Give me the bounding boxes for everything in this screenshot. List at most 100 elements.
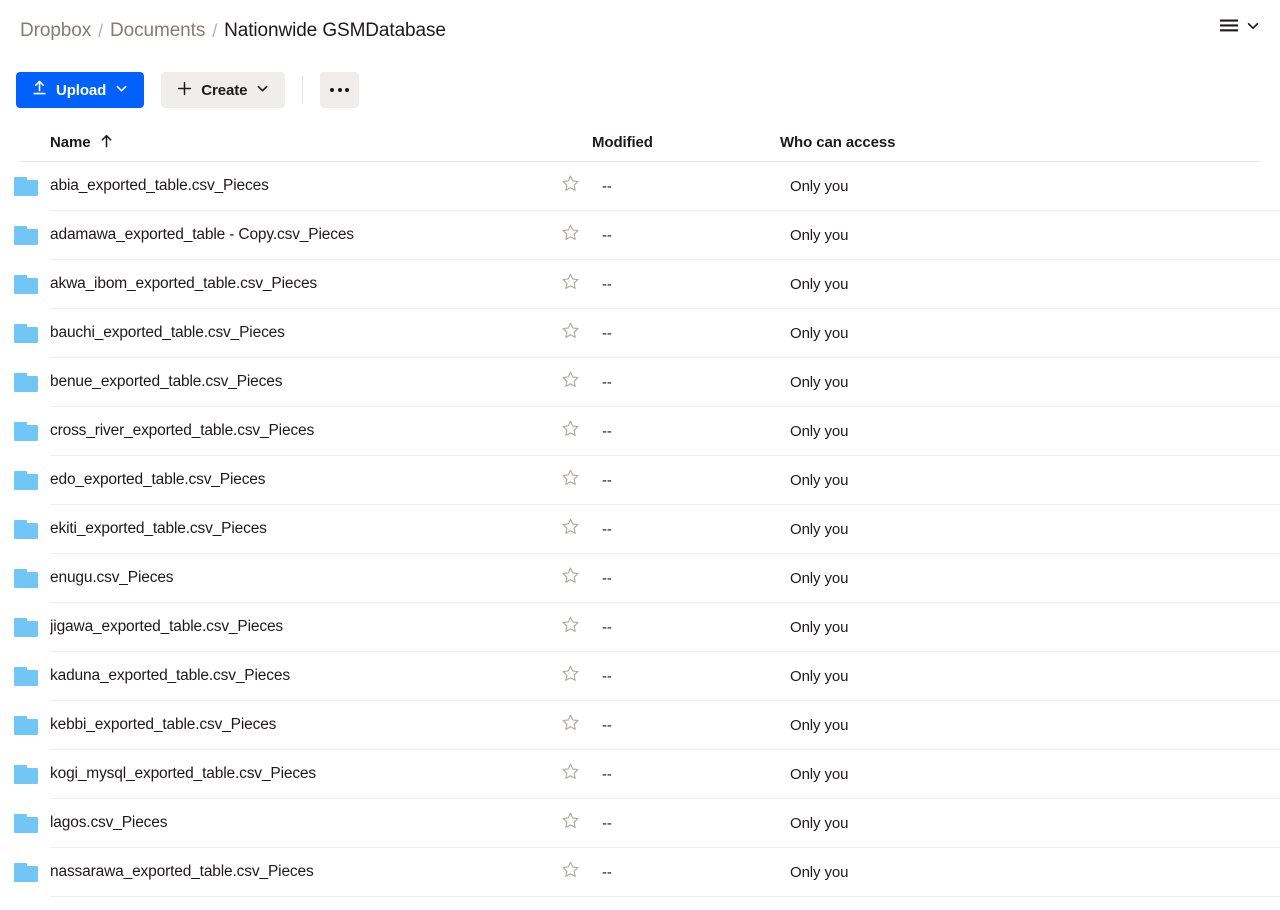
access-value: Only you <box>790 765 849 783</box>
access-value: Only you <box>790 471 849 489</box>
file-name[interactable]: ekiti_exported_table.csv_Pieces <box>50 520 540 538</box>
table-row[interactable]: kogi_mysql_exported_table.csv_Pieces -- … <box>14 750 1280 799</box>
column-header-name[interactable]: Name <box>50 134 530 152</box>
file-name[interactable]: kogi_mysql_exported_table.csv_Pieces <box>50 765 540 783</box>
folder-icon <box>14 666 38 686</box>
modified-value: -- <box>602 716 612 734</box>
star-icon[interactable] <box>561 811 580 835</box>
table-row[interactable]: kaduna_exported_table.csv_Pieces -- Only… <box>14 652 1280 701</box>
star-icon[interactable] <box>561 860 580 884</box>
plus-icon <box>177 81 192 100</box>
access-value: Only you <box>790 716 849 734</box>
more-actions-button[interactable] <box>320 72 360 108</box>
star-icon[interactable] <box>561 664 580 688</box>
file-name[interactable]: kebbi_exported_table.csv_Pieces <box>50 716 540 734</box>
star-icon[interactable] <box>561 615 580 639</box>
star-icon[interactable] <box>561 370 580 394</box>
row-icon-cell <box>0 617 50 637</box>
table-row[interactable]: edo_exported_table.csv_Pieces -- Only yo… <box>14 456 1280 505</box>
file-name[interactable]: benue_exported_table.csv_Pieces <box>50 373 540 391</box>
folder-icon <box>14 519 38 539</box>
folder-icon <box>14 421 38 441</box>
access-value: Only you <box>790 324 849 342</box>
breadcrumb-item-dropbox[interactable]: Dropbox <box>20 20 91 42</box>
file-name[interactable]: abia_exported_table.csv_Pieces <box>50 177 540 195</box>
modified-value: -- <box>602 324 612 342</box>
table-row[interactable]: cross_river_exported_table.csv_Pieces --… <box>14 407 1280 456</box>
star-icon[interactable] <box>561 223 580 247</box>
star-icon[interactable] <box>561 517 580 541</box>
modified-value: -- <box>602 618 612 636</box>
table-row[interactable]: jigawa_exported_table.csv_Pieces -- Only… <box>14 603 1280 652</box>
star-cell <box>540 517 600 541</box>
table-row[interactable]: benue_exported_table.csv_Pieces -- Only … <box>14 358 1280 407</box>
modified-value: -- <box>602 471 612 489</box>
file-name[interactable]: adamawa_exported_table - Copy.csv_Pieces <box>50 226 540 244</box>
star-icon[interactable] <box>561 419 580 443</box>
file-name[interactable]: edo_exported_table.csv_Pieces <box>50 471 540 489</box>
access-value: Only you <box>790 618 849 636</box>
row-icon-cell <box>0 764 50 784</box>
modified-value: -- <box>602 814 612 832</box>
access-value: Only you <box>790 373 849 391</box>
row-icon-cell <box>0 813 50 833</box>
create-button-label: Create <box>201 81 248 99</box>
star-icon[interactable] <box>561 713 580 737</box>
file-name[interactable]: enugu.csv_Pieces <box>50 569 540 587</box>
table-row[interactable]: enugu.csv_Pieces -- Only you <box>14 554 1280 603</box>
table-row[interactable]: kebbi_exported_table.csv_Pieces -- Only … <box>14 701 1280 750</box>
file-name[interactable]: cross_river_exported_table.csv_Pieces <box>50 422 540 440</box>
table-row[interactable]: adamawa_exported_table - Copy.csv_Pieces… <box>14 211 1280 260</box>
star-cell <box>540 272 600 296</box>
file-name[interactable]: akwa_ibom_exported_table.csv_Pieces <box>50 275 540 293</box>
row-icon-cell <box>0 274 50 294</box>
breadcrumb-item-documents[interactable]: Documents <box>110 20 205 42</box>
table-row[interactable]: ekiti_exported_table.csv_Pieces -- Only … <box>14 505 1280 554</box>
row-icon-cell <box>0 372 50 392</box>
star-icon[interactable] <box>561 566 580 590</box>
file-name[interactable]: jigawa_exported_table.csv_Pieces <box>50 618 540 636</box>
star-cell <box>540 762 600 786</box>
file-name[interactable]: nassarawa_exported_table.csv_Pieces <box>50 863 540 881</box>
breadcrumb-separator: / <box>212 20 218 41</box>
file-name[interactable]: bauchi_exported_table.csv_Pieces <box>50 324 540 342</box>
row-icon-cell <box>0 323 50 343</box>
file-table: Name Modified Who can access abia_export… <box>0 124 1280 897</box>
action-toolbar: Upload Create <box>0 62 1280 118</box>
create-button[interactable]: Create <box>161 72 286 108</box>
list-view-icon[interactable] <box>1219 18 1239 39</box>
star-icon[interactable] <box>561 272 580 296</box>
upload-button[interactable]: Upload <box>16 72 145 108</box>
star-cell <box>540 860 600 884</box>
table-row[interactable]: akwa_ibom_exported_table.csv_Pieces -- O… <box>14 260 1280 309</box>
folder-icon <box>14 323 38 343</box>
star-icon[interactable] <box>561 174 580 198</box>
star-icon[interactable] <box>561 321 580 345</box>
file-name[interactable]: kaduna_exported_table.csv_Pieces <box>50 667 540 685</box>
column-header-access[interactable]: Who can access <box>780 134 1260 151</box>
row-icon-cell <box>0 470 50 490</box>
folder-icon <box>14 764 38 784</box>
modified-value: -- <box>602 177 612 195</box>
access-value: Only you <box>790 226 849 244</box>
table-row[interactable]: lagos.csv_Pieces -- Only you <box>14 799 1280 848</box>
chevron-down-icon[interactable] <box>1246 19 1260 38</box>
table-row[interactable]: abia_exported_table.csv_Pieces -- Only y… <box>14 162 1280 211</box>
column-header-access-label: Who can access <box>780 134 896 151</box>
table-row[interactable]: bauchi_exported_table.csv_Pieces -- Only… <box>14 309 1280 358</box>
folder-icon <box>14 176 38 196</box>
column-header-modified[interactable]: Modified <box>590 134 780 151</box>
table-row[interactable]: nassarawa_exported_table.csv_Pieces -- O… <box>14 848 1280 897</box>
star-cell <box>540 615 600 639</box>
star-cell <box>540 811 600 835</box>
modified-value: -- <box>602 373 612 391</box>
star-icon[interactable] <box>561 762 580 786</box>
row-icon-cell <box>0 715 50 735</box>
file-name[interactable]: lagos.csv_Pieces <box>50 814 540 832</box>
star-icon[interactable] <box>561 468 580 492</box>
modified-value: -- <box>602 569 612 587</box>
file-rows: abia_exported_table.csv_Pieces -- Only y… <box>0 162 1280 897</box>
upload-button-label: Upload <box>56 81 107 99</box>
top-bar: Dropbox / Documents / Nationwide GSMData… <box>0 0 1280 62</box>
row-icon-cell <box>0 421 50 441</box>
